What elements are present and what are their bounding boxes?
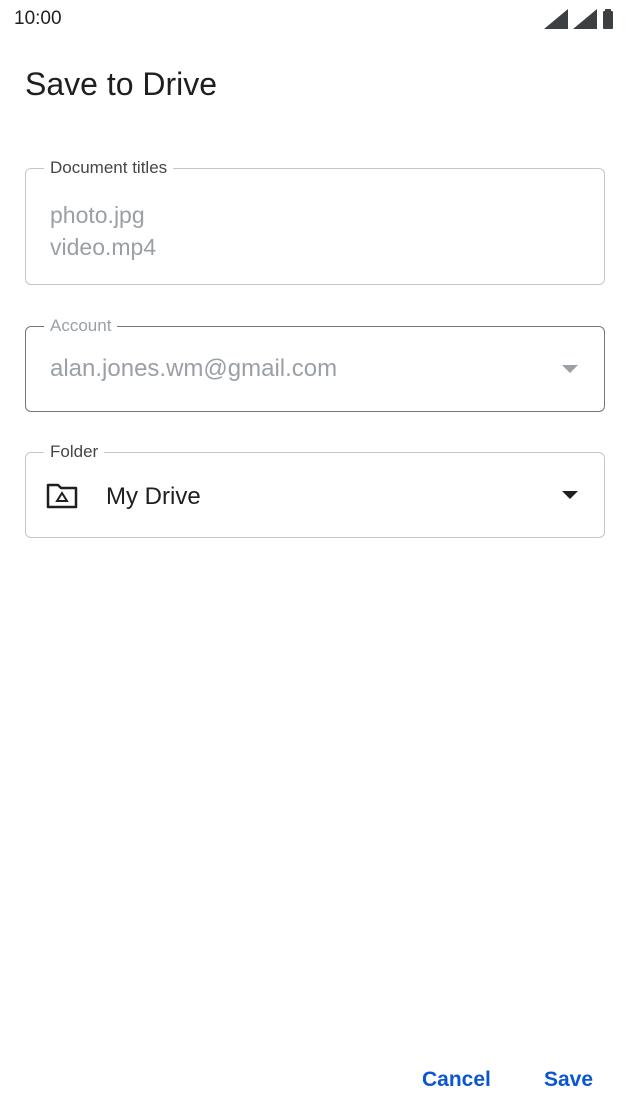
document-titles-label: Document titles [44,157,174,179]
status-time: 10:00 [14,8,62,29]
document-title-item: video.mp4 [50,234,157,260]
wifi-icon [544,9,568,29]
document-titles-list: photo.jpg video.mp4 [50,199,156,263]
folder-value: My Drive [106,483,201,510]
page-title: Save to Drive [25,66,218,102]
chevron-down-icon [562,365,578,373]
cancel-button[interactable]: Cancel [422,1060,491,1100]
status-icons [544,9,614,29]
account-label: Account [44,315,118,337]
document-titles-field[interactable]: Document titles photo.jpg video.mp4 [25,157,605,285]
document-title-item: photo.jpg [50,202,145,228]
save-button[interactable]: Save [544,1060,593,1100]
status-bar: 10:00 [0,0,630,40]
account-value: alan.jones.wm@gmail.com [50,355,338,382]
battery-icon [603,9,613,29]
account-dropdown[interactable]: Account alan.jones.wm@gmail.com [25,315,605,412]
drive-folder-icon [46,483,78,509]
chevron-down-icon [562,491,578,499]
folder-label: Folder [44,441,105,463]
dialog-actions: Cancel Save [0,1060,630,1100]
folder-dropdown[interactable]: Folder My Drive [25,441,605,538]
signal-icon [573,9,597,29]
